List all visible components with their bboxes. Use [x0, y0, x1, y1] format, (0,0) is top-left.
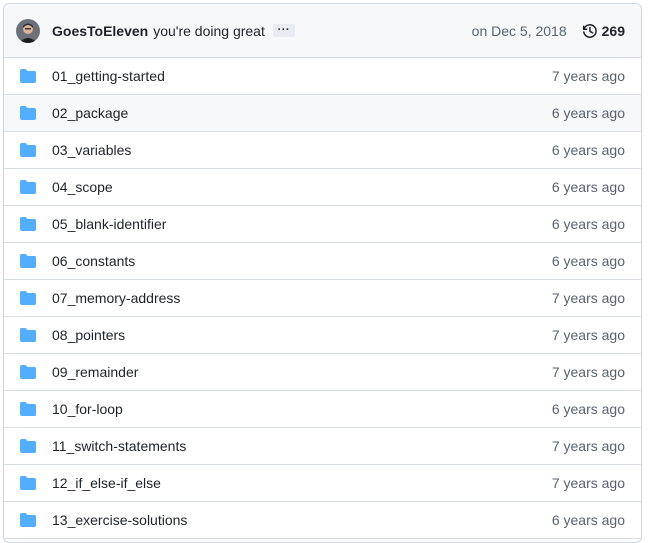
list-item[interactable]: 08_pointers 7 years ago [4, 317, 641, 354]
history-count: 269 [601, 22, 625, 39]
folder-icon [20, 180, 36, 194]
list-item[interactable]: 11_switch-statements 7 years ago [4, 428, 641, 465]
folder-icon [20, 328, 36, 342]
list-item[interactable]: 10_for-loop 6 years ago [4, 391, 641, 428]
list-item[interactable]: 05_blank-identifier 6 years ago [4, 206, 641, 243]
folder-link[interactable]: 05_blank-identifier [52, 216, 166, 232]
list-item[interactable]: 04_scope 6 years ago [4, 169, 641, 206]
folder-link[interactable]: 10_for-loop [52, 401, 123, 417]
list-item[interactable]: 09_remainder 7 years ago [4, 354, 641, 391]
folder-icon [20, 217, 36, 231]
folder-link[interactable]: 09_remainder [52, 364, 138, 380]
folder-icon [20, 291, 36, 305]
last-commit-age: 6 years ago [551, 253, 625, 269]
last-commit-age: 7 years ago [551, 68, 625, 84]
folder-icon [20, 143, 36, 157]
folder-link[interactable]: 13_exercise-solutions [52, 512, 187, 528]
list-item[interactable]: 06_constants 6 years ago [4, 243, 641, 280]
folder-link[interactable]: 07_memory-address [52, 290, 180, 306]
last-commit-age: 6 years ago [551, 142, 625, 158]
last-commit-age: 6 years ago [551, 512, 625, 528]
folder-icon [20, 254, 36, 268]
list-item[interactable]: 12_if_else-if_else 7 years ago [4, 465, 641, 502]
last-commit-age: 7 years ago [551, 475, 625, 491]
last-commit-age: 7 years ago [551, 327, 625, 343]
folder-link[interactable]: 03_variables [52, 142, 131, 158]
last-commit-age: 7 years ago [551, 364, 625, 380]
last-commit-age: 7 years ago [551, 290, 625, 306]
list-item[interactable]: 03_variables 6 years ago [4, 132, 641, 169]
last-commit-age: 6 years ago [551, 216, 625, 232]
last-commit-age: 6 years ago [551, 179, 625, 195]
folder-icon [20, 439, 36, 453]
repo-file-browser: GoesToEleven you're doing great ··· on D… [3, 3, 642, 543]
last-commit-age: 7 years ago [551, 438, 625, 454]
last-commit-age: 6 years ago [551, 401, 625, 417]
list-item[interactable]: 02_package 6 years ago [4, 95, 641, 132]
folder-link[interactable]: 12_if_else-if_else [52, 475, 161, 491]
list-item[interactable]: 13_exercise-solutions 6 years ago [4, 502, 641, 539]
folder-link[interactable]: 01_getting-started [52, 68, 165, 84]
folder-link[interactable]: 04_scope [52, 179, 113, 195]
commit-author-link[interactable]: GoesToEleven [52, 23, 148, 39]
avatar[interactable] [16, 18, 40, 43]
history-link[interactable]: 269 [582, 23, 625, 39]
folder-icon [20, 365, 36, 379]
commit-message-link[interactable]: you're doing great [153, 23, 265, 39]
last-commit-age: 6 years ago [551, 105, 625, 121]
folder-icon [20, 476, 36, 490]
commit-date: on Dec 5, 2018 [471, 22, 567, 39]
folder-link[interactable]: 08_pointers [52, 327, 125, 343]
file-list: 01_getting-started 7 years ago 02_packag… [4, 58, 641, 539]
folder-icon [20, 106, 36, 120]
folder-link[interactable]: 02_package [52, 105, 128, 121]
folder-icon [20, 69, 36, 83]
folder-link[interactable]: 06_constants [52, 253, 135, 269]
folder-link[interactable]: 11_switch-statements [52, 438, 186, 454]
expand-commit-button[interactable]: ··· [272, 24, 295, 37]
folder-icon [20, 402, 36, 416]
list-item[interactable]: 07_memory-address 7 years ago [4, 280, 641, 317]
history-icon [582, 23, 597, 38]
folder-icon [20, 513, 36, 527]
list-item[interactable]: 01_getting-started 7 years ago [4, 58, 641, 95]
latest-commit-bar: GoesToEleven you're doing great ··· on D… [4, 4, 641, 58]
